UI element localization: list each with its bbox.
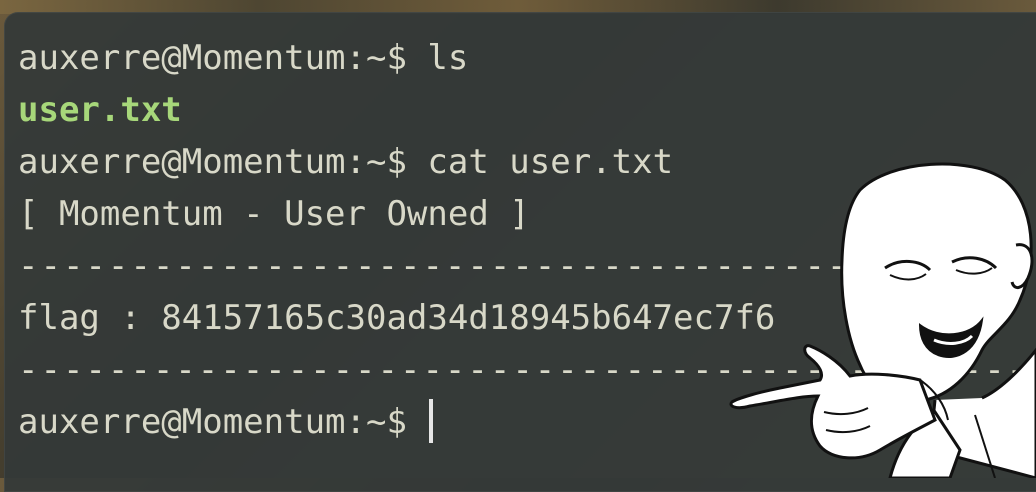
output-text: [ Momentum - User Owned ] [18,194,530,234]
prompt: auxerre@Momentum:~$ [18,142,428,182]
terminal-line-2: user.txt [18,84,1036,136]
terminal-line-1: auxerre@Momentum:~$ ls [18,32,1036,84]
flag-text: flag : 84157165c30ad34d18945b647ec7f6 [18,298,776,338]
command-text: cat user.txt [427,142,674,182]
command-text: ls [427,38,469,78]
pointing-character-icon [729,162,1036,478]
output-text: user.txt [18,90,182,130]
prompt: auxerre@Momentum:~$ [18,402,428,442]
prompt: auxerre@Momentum:~$ [18,38,428,78]
text-cursor [429,398,434,443]
